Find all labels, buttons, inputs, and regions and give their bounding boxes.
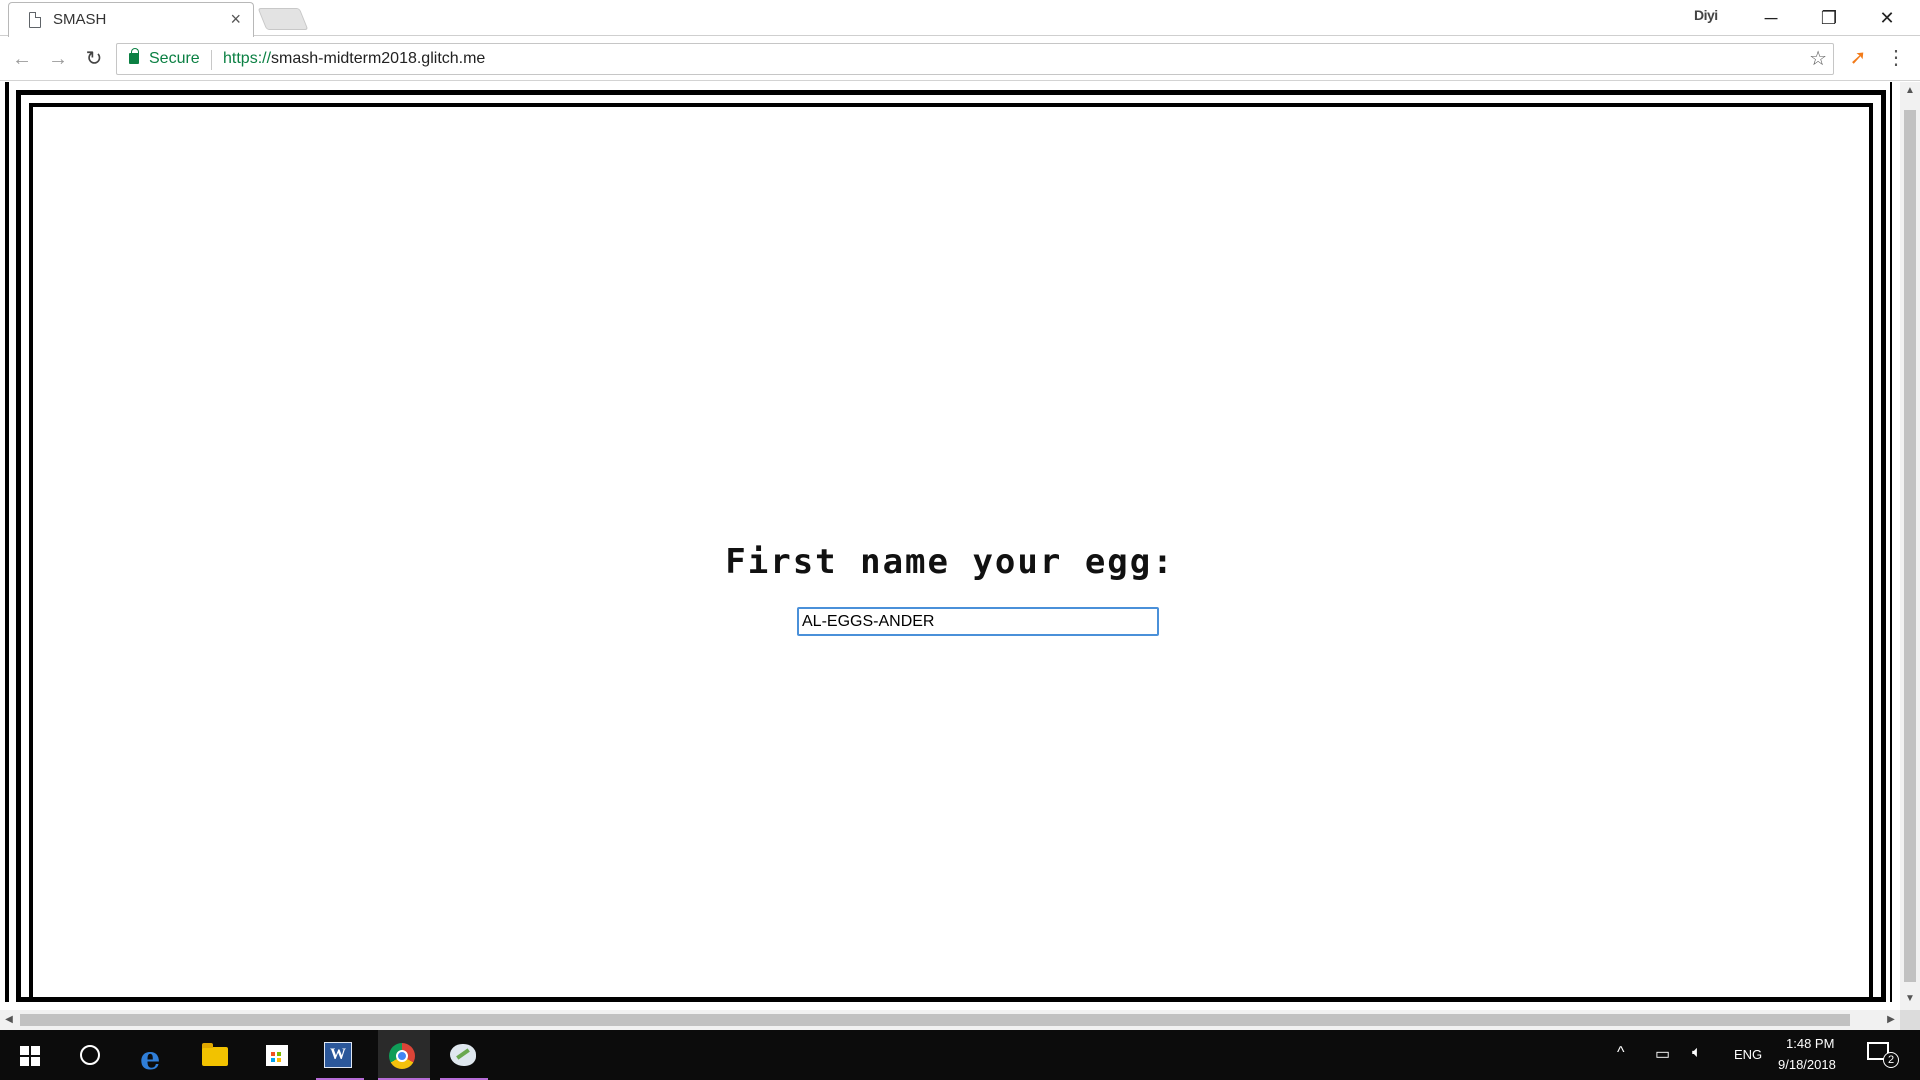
cortana-search-icon[interactable] [80, 1045, 100, 1065]
clock-date[interactable]: 9/18/2018 [1778, 1057, 1836, 1072]
tab-title: SMASH [53, 11, 107, 28]
back-button[interactable]: ← [8, 45, 36, 73]
security-label[interactable]: Secure [149, 50, 200, 68]
horizontal-scrollbar[interactable]: ◀ ▶ [0, 1010, 1900, 1030]
word-app-icon[interactable]: W [324, 1042, 352, 1068]
egg-name-input[interactable] [797, 607, 1159, 636]
browser-tab-smash[interactable]: SMASH × [8, 2, 254, 37]
new-tab-button[interactable] [257, 8, 309, 30]
page-border-bottom [16, 997, 1886, 1002]
page-viewport: First name your egg: [0, 82, 1900, 1010]
scrollbar-corner [1900, 1010, 1920, 1030]
page-icon [29, 12, 41, 28]
browser-menu-icon[interactable]: ⋮ [1886, 46, 1906, 72]
browser-toolbar: ← → ↻ Secure https://smash-midterm2018.g… [0, 37, 1920, 81]
horizontal-scroll-thumb[interactable] [20, 1014, 1850, 1026]
microsoft-store-icon[interactable] [266, 1045, 288, 1066]
file-explorer-icon[interactable] [202, 1043, 228, 1066]
url-text[interactable]: https://smash-midterm2018.glitch.me [223, 50, 485, 68]
bookmark-star-icon[interactable]: ☆ [1809, 46, 1827, 71]
scroll-right-arrow[interactable]: ▶ [1882, 1010, 1900, 1030]
edge-browser-icon[interactable]: e [140, 1039, 160, 1077]
paint-app-icon[interactable] [450, 1044, 476, 1066]
forward-button[interactable]: → [44, 45, 72, 73]
notification-count-badge: 2 [1883, 1052, 1899, 1068]
clock-time[interactable]: 1:48 PM [1786, 1036, 1834, 1051]
battery-icon[interactable]: ▭ [1655, 1044, 1670, 1064]
vertical-scroll-thumb[interactable] [1904, 110, 1916, 982]
windows-taskbar: e W ^ ▭ 🔈︎ ENG 1:48 PM 9/18/2018 2 [0, 1030, 1920, 1080]
volume-icon[interactable]: 🔈︎ [1692, 1044, 1702, 1062]
tray-overflow-chevron-icon[interactable]: ^ [1617, 1044, 1625, 1062]
close-window-button[interactable]: ✕ [1858, 2, 1916, 34]
url-scheme: https:// [223, 50, 272, 67]
lock-icon [129, 48, 139, 64]
tab-close-icon[interactable]: × [230, 9, 241, 30]
scroll-down-arrow[interactable]: ▼ [1900, 990, 1920, 1008]
url-host: smash-midterm2018.glitch.me [271, 50, 486, 67]
start-button[interactable] [6, 1030, 54, 1080]
minimize-button[interactable]: ─ [1742, 2, 1800, 34]
tab-strip: SMASH × Diyi ─ ❐ ✕ [0, 0, 1920, 37]
name-prompt-heading: First name your egg: [725, 542, 1175, 582]
omnibox-divider [211, 50, 212, 70]
language-indicator[interactable]: ENG [1734, 1047, 1762, 1062]
windows-logo-icon [20, 1046, 40, 1066]
vertical-scrollbar[interactable]: ▲ ▼ [1900, 82, 1920, 1010]
scroll-left-arrow[interactable]: ◀ [0, 1010, 18, 1030]
chrome-app-icon[interactable] [389, 1043, 415, 1069]
extension-icon[interactable]: ➚ [1846, 46, 1870, 70]
address-bar[interactable]: Secure https://smash-midterm2018.glitch.… [116, 43, 1834, 75]
reload-button[interactable]: ↻ [80, 45, 108, 73]
scroll-up-arrow[interactable]: ▲ [1900, 82, 1920, 100]
profile-name[interactable]: Diyi [1694, 7, 1718, 23]
restore-button[interactable]: ❐ [1800, 2, 1858, 34]
